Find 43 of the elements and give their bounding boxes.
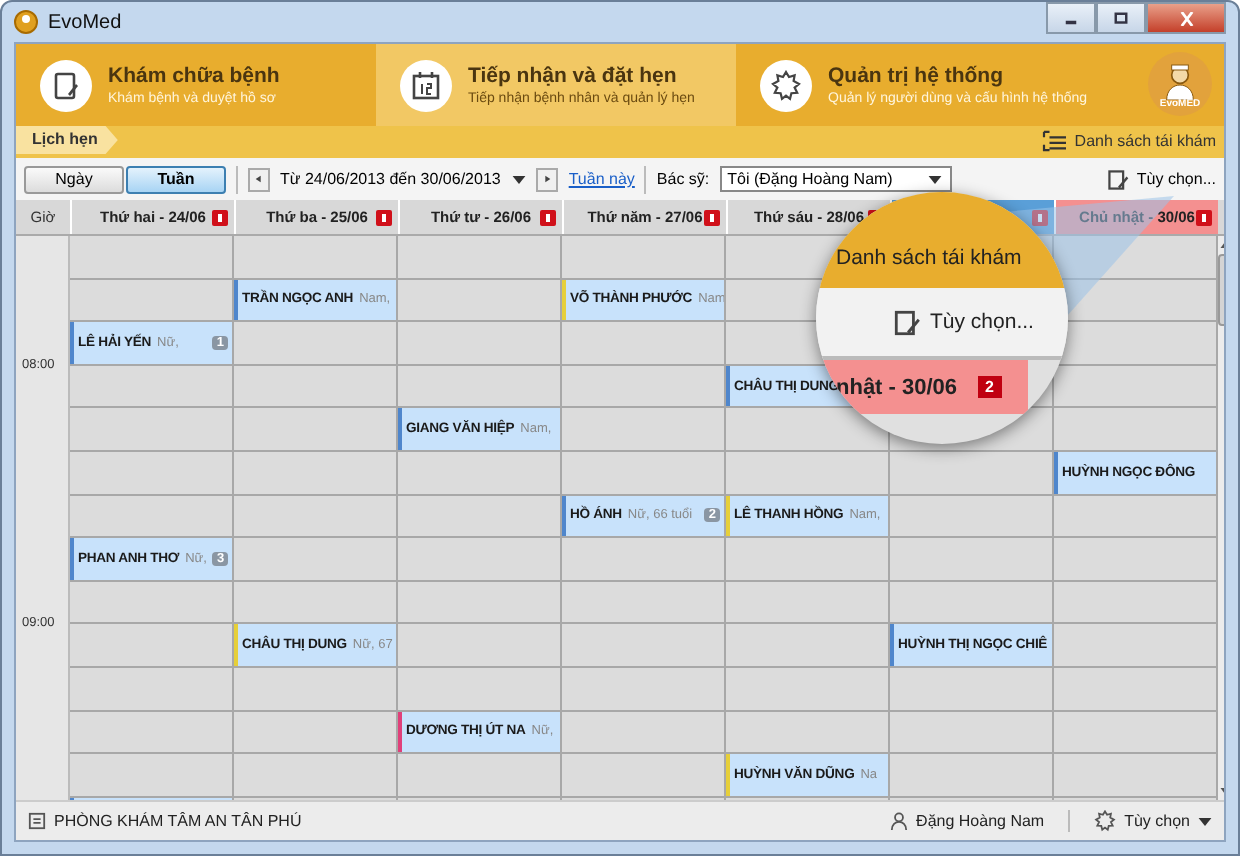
close-icon <box>1177 11 1195 25</box>
gear-icon <box>770 69 802 101</box>
count-badge-icon <box>704 209 720 225</box>
calendar-icon <box>410 69 442 101</box>
count-badge-icon <box>1196 209 1212 225</box>
app-icon <box>14 10 38 34</box>
this-week-link[interactable]: Tuần này <box>568 170 635 188</box>
breadcrumb-item[interactable]: Lịch hẹn <box>16 126 118 154</box>
count-badge-icon <box>212 209 228 225</box>
date-range-dropdown[interactable]: Từ 24/06/2013 đến 30/06/2013 <box>280 166 527 192</box>
right-arrow-icon <box>542 174 553 184</box>
caret-icon <box>512 175 527 183</box>
caret-icon <box>1198 817 1212 825</box>
notepad-icon <box>50 69 82 101</box>
next-week-button[interactable] <box>536 167 559 191</box>
previous-week-button[interactable] <box>248 167 270 191</box>
caret-icon <box>928 175 943 183</box>
maximize-icon <box>1112 11 1130 25</box>
magnified-label: Tùy chọn... <box>930 310 1034 334</box>
count-badge-icon <box>376 209 392 225</box>
count-badge: 2 <box>977 376 1002 398</box>
doctor-label: Bác sỹ: <box>656 170 710 188</box>
count-badge-icon <box>1032 209 1048 225</box>
gear-icon <box>1094 810 1117 832</box>
view-toggle-button[interactable]: Tuần <box>126 165 226 193</box>
view-toggle-button[interactable]: Ngày <box>24 165 124 193</box>
window-title: EvoMed <box>48 11 122 33</box>
count-badge-icon <box>540 209 556 225</box>
edit-document-icon <box>892 307 922 337</box>
options-button[interactable]: Tùy chọn... <box>1106 167 1216 191</box>
magnified-label: Danh sách tái khám <box>836 246 1022 270</box>
doctor-dropdown[interactable]: Tôi (Đặng Hoàng Nam) <box>719 166 953 192</box>
clinic-icon <box>28 812 46 830</box>
list-icon <box>1042 129 1069 151</box>
close-button[interactable] <box>1146 2 1226 34</box>
maximize-button[interactable] <box>1096 2 1146 34</box>
user-icon <box>890 812 909 830</box>
left-arrow-icon <box>254 174 264 184</box>
user-name: Đặng Hoàng Nam <box>916 812 1045 830</box>
edit-document-icon <box>1106 167 1131 191</box>
settings-menu-button[interactable]: Tùy chọn <box>1094 810 1212 832</box>
recall-list-button[interactable]: Danh sách tái khám <box>1042 129 1224 151</box>
clinic-name: PHÒNG KHÁM TÂM AN TÂN PHÚ <box>54 812 302 830</box>
